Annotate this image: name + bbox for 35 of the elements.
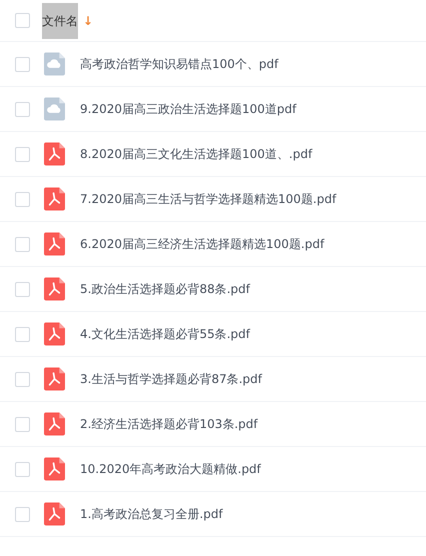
select-all-checkbox[interactable] (15, 13, 30, 28)
pdf-file-icon (44, 457, 65, 481)
file-name[interactable]: 9.2020届高三政治生活选择题100道pdf (80, 100, 296, 118)
file-name[interactable]: 1.高考政治总复习全册.pdf (80, 506, 223, 522)
file-name[interactable]: 7.2020届高三生活与哲学选择题精选100题.pdf (80, 190, 336, 208)
row-checkbox[interactable] (15, 462, 30, 476)
pdf-file-icon (44, 412, 65, 436)
pdf-file-icon (44, 322, 65, 346)
row-checkbox[interactable] (15, 146, 30, 162)
row-checkbox[interactable] (15, 192, 30, 206)
row-checkbox[interactable] (15, 416, 30, 432)
file-name[interactable]: 4.文化生活选择题必背55条.pdf (80, 326, 250, 342)
row-checkbox[interactable] (15, 56, 30, 72)
file-name[interactable]: 3.生活与哲学选择题必背87条.pdf (80, 370, 262, 388)
pdf-file-icon (44, 142, 65, 166)
pdf-file-icon (44, 187, 65, 211)
file-name[interactable]: 5.政治生活选择题必背88条.pdf (80, 280, 250, 298)
row-checkbox[interactable] (15, 102, 30, 116)
file-name[interactable]: 10.2020年高考政治大题精做.pdf (80, 460, 261, 478)
row-checkbox[interactable] (15, 282, 30, 296)
pdf-file-icon (44, 367, 65, 391)
file-name[interactable]: 8.2020届高三文化生活选择题100道、.pdf (80, 146, 312, 162)
file-name[interactable]: 6.2020届高三经济生活选择题精选100题.pdf (80, 236, 324, 252)
row-checkbox[interactable] (15, 236, 30, 252)
cloud-file-icon (44, 52, 65, 76)
row-checkbox[interactable] (15, 326, 30, 342)
pdf-file-icon (44, 232, 65, 256)
file-name[interactable]: 高考政治哲学知识易错点100个、pdf (80, 56, 278, 72)
pdf-file-icon (44, 502, 65, 526)
row-checkbox[interactable] (15, 506, 30, 522)
cloud-file-icon (44, 97, 65, 121)
pdf-file-icon (44, 277, 65, 301)
column-header[interactable]: 文件名 (42, 2, 78, 38)
file-name[interactable]: 2.经济生活选择题必背103条.pdf (80, 416, 258, 432)
row-checkbox[interactable] (15, 372, 30, 386)
